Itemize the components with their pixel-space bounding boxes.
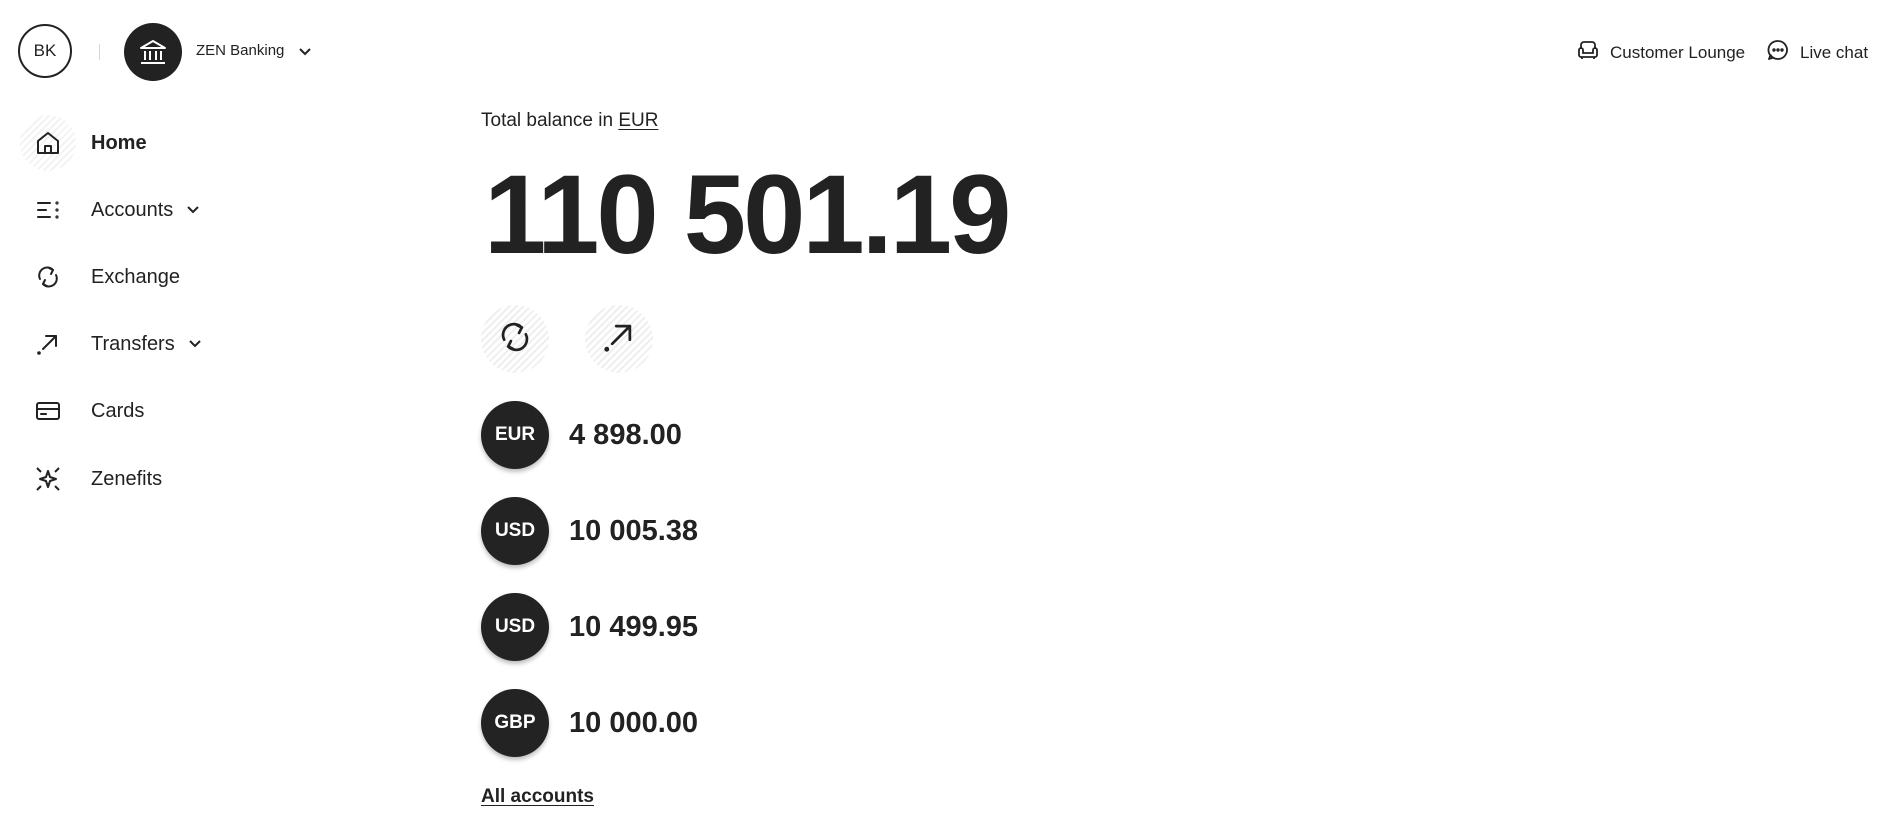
currency-badge: USD [481,593,549,661]
chat-bubble-icon [1766,38,1790,67]
sidebar-item-transfers[interactable]: Transfers [20,316,203,372]
transfer-arrow-icon [20,316,76,372]
chevron-down-icon[interactable] [185,202,201,218]
sidebar-item-zenefits[interactable]: Zenefits [20,451,162,507]
chevron-down-icon[interactable] [187,336,203,352]
account-row[interactable]: USD 10 005.38 [481,497,698,565]
account-row[interactable]: USD 10 499.95 [481,593,698,661]
customer-lounge-link[interactable]: Customer Lounge [1576,38,1745,67]
card-icon [20,383,76,439]
total-balance-amount: 110 501.19 [484,152,1011,277]
transfer-button[interactable] [585,305,653,373]
currency-badge: GBP [481,689,549,757]
header-divider [99,44,100,60]
org-switcher-label[interactable]: ZEN Banking [196,42,284,59]
account-row[interactable]: GBP 10 000.00 [481,689,698,757]
armchair-icon [1576,38,1600,67]
sidebar-item-label: Cards [91,399,145,422]
account-balance: 4 898.00 [569,418,682,451]
currency-badge: USD [481,497,549,565]
exchange-button[interactable] [481,305,549,373]
sidebar-item-label: Transfers [91,332,175,355]
account-row[interactable]: EUR 4 898.00 [481,401,682,469]
sidebar-item-label: Exchange [91,265,180,288]
all-accounts-link[interactable]: All accounts [481,786,594,808]
exchange-icon [20,249,76,305]
account-balance: 10 499.95 [569,610,699,643]
total-balance-label: Total balance in EUR [481,110,658,132]
live-chat-label: Live chat [1800,42,1869,62]
transfer-arrow-icon [600,318,638,361]
sidebar-item-cards[interactable]: Cards [20,383,144,439]
account-balance: 10 000.00 [569,706,699,739]
currency-badge: EUR [481,401,549,469]
sidebar-item-accounts[interactable]: Accounts [20,182,201,238]
live-chat-link[interactable]: Live chat [1766,38,1868,67]
sparkle-icon [20,451,76,507]
sidebar-item-home[interactable]: Home [20,115,147,171]
sidebar-item-label: Home [91,131,147,154]
sidebar-item-exchange[interactable]: Exchange [20,249,180,305]
account-balance: 10 005.38 [569,514,699,547]
sidebar-item-label: Accounts [91,198,174,221]
chevron-down-icon[interactable] [297,44,313,65]
balance-label-text: Total balance in [481,110,614,131]
customer-lounge-label: Customer Lounge [1610,42,1746,62]
home-icon [20,115,76,171]
user-avatar[interactable]: BK [18,24,72,78]
bank-icon[interactable] [124,23,182,81]
sidebar-item-label: Zenefits [91,467,163,490]
accounts-icon [20,182,76,238]
exchange-icon [496,318,534,361]
balance-currency-selector[interactable]: EUR [618,110,658,131]
